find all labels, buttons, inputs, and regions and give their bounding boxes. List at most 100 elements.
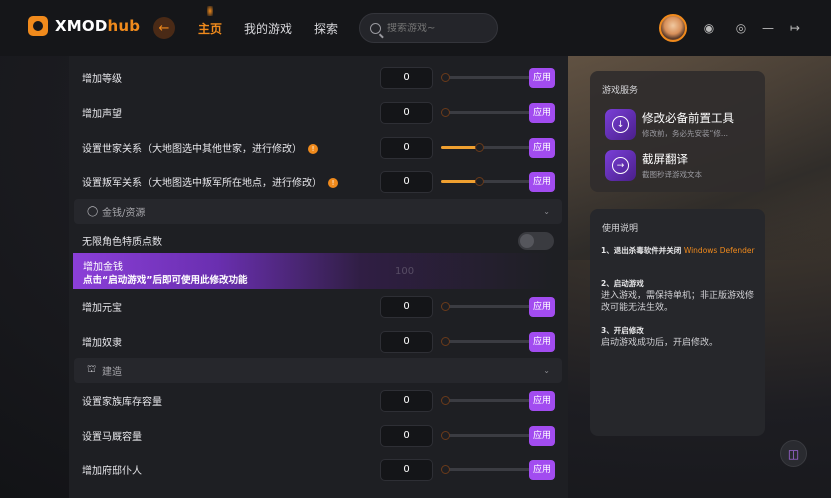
top-bar: XMODhub ← 主页 我的游戏 探索 ◉ ◎ — ↦: [0, 0, 831, 56]
service-item[interactable]: → 截屏翻译 截图秒译游戏文本: [605, 150, 702, 181]
slider-fill: [441, 180, 477, 183]
toggle-knob: [520, 233, 534, 248]
slider-knob[interactable]: [441, 302, 450, 311]
warning-icon: !: [308, 144, 318, 154]
cheat-label: 增加声望: [82, 109, 122, 120]
service-desc: 修改前，务必先安装“修...: [642, 129, 729, 138]
nav-explore[interactable]: 探索: [314, 20, 338, 37]
search-icon: [370, 22, 381, 34]
cheat-label: 设置叛军关系（大地图选中叛军所在地点，进行修改）!: [82, 174, 338, 189]
service-title: 修改必备前置工具: [642, 111, 734, 125]
service-item[interactable]: ↓ 修改必备前置工具 修改前，务必先安装“修...: [605, 109, 734, 140]
cheat-label: 无限角色特质点数: [82, 237, 162, 248]
banner-subtitle: 点击“启动游戏”后即可使用此修改功能: [83, 275, 248, 286]
slider-knob[interactable]: [441, 337, 450, 346]
cheat-label: 增加奴隶: [82, 338, 122, 349]
cheat-label: 增加府邸仆人: [82, 466, 142, 477]
guide-heading: 使用说明: [602, 224, 639, 234]
notification-icon[interactable]: ◉: [702, 21, 716, 35]
cheat-row: 增加声望 0 应用: [69, 95, 568, 130]
screenshot-translate-icon: →: [605, 150, 636, 181]
settings-icon[interactable]: ◎: [734, 21, 748, 35]
value-input[interactable]: 0: [380, 295, 433, 318]
logo-text: XMODhub: [55, 17, 141, 35]
apply-button[interactable]: 应用: [529, 67, 555, 88]
apply-button[interactable]: 应用: [529, 296, 555, 317]
value-input[interactable]: 0: [380, 424, 433, 447]
cheat-row: 增加等级 0 应用: [69, 60, 568, 95]
apply-button[interactable]: 应用: [529, 102, 555, 123]
ghost-value: 100: [395, 266, 415, 277]
slider-knob[interactable]: [441, 108, 450, 117]
step-title: 1、退出杀毒软件并关闭 Windows Defender: [601, 246, 755, 255]
back-button[interactable]: ←: [153, 17, 175, 39]
arrow-left-icon: ←: [158, 20, 170, 36]
value-input[interactable]: 0: [380, 66, 433, 89]
services-heading: 游戏服务: [602, 86, 639, 96]
section-title: 建造: [102, 367, 122, 378]
cheat-label: 增加元宝: [82, 303, 122, 314]
search-input[interactable]: [387, 22, 487, 34]
close-icon[interactable]: ↦: [788, 21, 802, 35]
nav-my-games[interactable]: 我的游戏: [244, 20, 292, 37]
apply-button[interactable]: 应用: [529, 390, 555, 411]
value-input[interactable]: 0: [380, 458, 433, 481]
cheat-row: 设置叛军关系（大地图选中叛军所在地点，进行修改）! 0 应用: [69, 164, 568, 199]
cheat-row: 设置家族库存容量 0 应用: [69, 383, 568, 418]
value-input[interactable]: 0: [380, 170, 433, 193]
value-input[interactable]: 0: [380, 389, 433, 412]
step-title: 2、启动游戏: [601, 279, 644, 288]
app-logo[interactable]: XMODhub: [28, 16, 140, 36]
slider-knob[interactable]: [475, 143, 484, 152]
step-body: 进入游戏，需保持单机；非正版游戏修改可能无法生效。: [601, 291, 755, 313]
cheat-label: 设置世家关系（大地图选中其他世家，进行修改）!: [82, 140, 318, 155]
locked-feature-banner[interactable]: 增加金钱 点击“启动游戏”后即可使用此修改功能 100: [73, 253, 553, 289]
chevron-down-icon: ⌄: [543, 366, 550, 375]
slider-fill: [441, 146, 477, 149]
cheat-row: 增加元宝 0 应用: [69, 289, 568, 324]
cheat-label: 设置马厩容量: [82, 432, 142, 443]
cheat-row: 设置世家关系（大地图选中其他世家，进行修改）! 0 应用: [69, 130, 568, 165]
section-title: 金钱/资源: [102, 208, 146, 219]
headset-icon: ◫: [787, 446, 800, 461]
slider-knob[interactable]: [475, 177, 484, 186]
apply-button[interactable]: 应用: [529, 425, 555, 446]
value-input[interactable]: 0: [380, 101, 433, 124]
nav-home[interactable]: 主页: [198, 6, 222, 37]
section-header-build[interactable]: ⛫ 建造 ⌄: [74, 358, 562, 383]
cheat-label: 设置家族库存容量: [82, 397, 162, 408]
user-avatar[interactable]: [659, 14, 687, 42]
slider-knob[interactable]: [441, 431, 450, 440]
slider-knob[interactable]: [441, 73, 450, 82]
service-desc: 截图秒译游戏文本: [642, 170, 702, 179]
money-bag-icon: ◯: [87, 206, 99, 217]
toggle-switch[interactable]: [518, 231, 554, 250]
cheat-row: 增加府邸仆人 0 应用: [69, 452, 568, 487]
slider-knob[interactable]: [441, 396, 450, 405]
apply-button[interactable]: 应用: [529, 459, 555, 480]
apply-button[interactable]: 应用: [529, 137, 555, 158]
warning-icon: !: [328, 178, 338, 188]
cheat-panel: 增加等级 0 应用 增加声望 0 应用 设置世家关系（大地图选中其他世家，进行修…: [69, 56, 568, 498]
apply-button[interactable]: 应用: [529, 331, 555, 352]
slider-knob[interactable]: [441, 465, 450, 474]
apply-button[interactable]: 应用: [529, 171, 555, 192]
minimize-icon[interactable]: —: [761, 21, 775, 35]
cheat-label: 增加等级: [82, 74, 122, 85]
guide-step: 2、启动游戏 进入游戏，需保持单机；非正版游戏修改可能无法生效。: [601, 278, 756, 314]
step-body: 启动游戏成功后，开启修改。: [601, 338, 719, 348]
value-input[interactable]: 0: [380, 330, 433, 353]
value-input[interactable]: 0: [380, 136, 433, 159]
game-services-card: 游戏服务 ↓ 修改必备前置工具 修改前，务必先安装“修... → 截屏翻译 截图…: [590, 71, 765, 192]
download-icon: ↓: [605, 109, 636, 140]
usage-guide-card: 使用说明 1、退出杀毒软件并关闭 Windows Defender 2、启动游戏…: [590, 209, 765, 436]
section-header-money[interactable]: ◯ 金钱/资源 ⌄: [74, 199, 562, 224]
logo-icon: [28, 16, 48, 36]
service-title: 截屏翻译: [642, 152, 688, 166]
cheat-row: 增加奴隶 0 应用: [69, 324, 568, 359]
guide-step: 1、退出杀毒软件并关闭 Windows Defender: [601, 245, 756, 256]
cheat-row: 设置马厩容量 0 应用: [69, 418, 568, 453]
support-button[interactable]: ◫: [780, 440, 807, 467]
search-bar[interactable]: [359, 13, 498, 43]
main-nav: 主页 我的游戏 探索: [198, 6, 360, 37]
